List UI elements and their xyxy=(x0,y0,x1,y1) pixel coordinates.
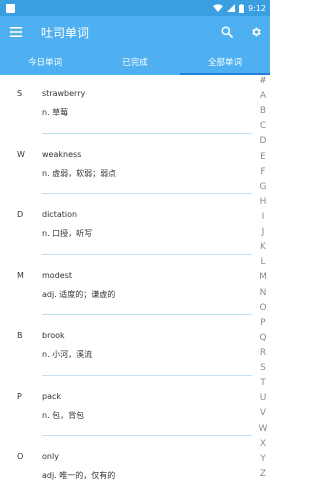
divider xyxy=(42,132,252,134)
tab-all-words[interactable]: 全部单词 xyxy=(180,48,270,75)
index-letter[interactable]: Z xyxy=(260,469,266,479)
divider xyxy=(42,314,252,315)
word-text: only xyxy=(42,452,59,461)
group-letter: S xyxy=(17,89,23,98)
word-meaning: n. 包，背包 xyxy=(42,410,85,420)
word-meaning: n. 口授，听写 xyxy=(42,229,93,238)
index-letter[interactable]: K xyxy=(260,243,266,252)
word-list-area: S strawberry n. 草莓 W weakness n. 虚弱，软弱；弱… xyxy=(0,75,270,481)
index-letter[interactable]: V xyxy=(260,409,266,418)
index-letter[interactable]: R xyxy=(260,348,266,358)
signal-icon xyxy=(227,4,236,12)
word-meaning: adj. 适度的；谦虚的 xyxy=(42,289,116,299)
word-text: weakness xyxy=(42,149,82,159)
search-icon[interactable] xyxy=(221,26,233,38)
divider xyxy=(42,374,252,376)
index-letter[interactable]: F xyxy=(260,167,265,177)
word-text: strawberry xyxy=(42,89,86,98)
index-letter[interactable]: # xyxy=(259,77,267,86)
group-letter: D xyxy=(17,210,24,219)
list-item[interactable]: P pack n. 包，背包 xyxy=(0,378,252,439)
divider xyxy=(42,253,252,255)
index-letter[interactable]: Q xyxy=(259,333,266,343)
gear-icon[interactable] xyxy=(250,26,262,38)
index-letter[interactable]: A xyxy=(260,92,266,101)
index-letter[interactable]: H xyxy=(260,197,267,207)
divider xyxy=(42,193,252,194)
index-letter[interactable]: I xyxy=(262,212,265,222)
group-letter: B xyxy=(17,331,23,340)
battery-icon xyxy=(239,3,245,13)
word-meaning: n. 小河，溪流 xyxy=(42,350,93,359)
tab-today-words[interactable]: 今日单词 xyxy=(0,48,90,75)
word-text: dictation xyxy=(42,210,78,219)
index-letter[interactable]: U xyxy=(260,394,267,403)
tab-completed[interactable]: 已完成 xyxy=(90,48,180,75)
group-letter: M xyxy=(17,270,24,280)
index-letter[interactable]: J xyxy=(262,228,265,237)
status-time: 9:12 xyxy=(248,3,266,13)
tab-bar: 今日单词 已完成 全部单词 xyxy=(0,48,270,75)
word-text: brook xyxy=(42,331,65,340)
list-item[interactable]: D dictation n. 口授，听写 xyxy=(0,196,252,257)
divider xyxy=(42,435,252,436)
index-letter[interactable]: S xyxy=(260,364,266,373)
menu-icon[interactable] xyxy=(9,25,23,39)
list-item[interactable]: O only adj. 唯一的，仅有的 xyxy=(0,438,252,481)
index-letter[interactable]: E xyxy=(260,152,266,162)
notification-icon xyxy=(6,3,15,13)
list-item[interactable]: B brook n. 小河，溪流 xyxy=(0,317,252,378)
word-meaning: n. 草莓 xyxy=(42,108,69,117)
index-letter[interactable]: W xyxy=(259,424,268,434)
list-item[interactable]: W weakness n. 虚弱，软弱；弱点 xyxy=(0,136,252,197)
index-letter[interactable]: C xyxy=(260,122,266,131)
index-letter[interactable]: G xyxy=(260,182,267,192)
index-letter[interactable]: N xyxy=(260,288,267,298)
word-text: pack xyxy=(42,391,62,401)
index-letter[interactable]: O xyxy=(259,303,266,313)
index-letter[interactable]: X xyxy=(260,439,266,449)
app-title: 吐司单词 xyxy=(41,25,90,40)
index-letter[interactable]: P xyxy=(260,318,265,328)
alphabet-index-bar[interactable]: # A B C D E F G H I J K L M N O P Q R S … xyxy=(256,75,270,481)
word-meaning: n. 虚弱，软弱；弱点 xyxy=(42,168,117,178)
app-bar: 吐司单词 xyxy=(0,16,270,48)
word-list: S strawberry n. 草莓 W weakness n. 虚弱，软弱；弱… xyxy=(0,75,252,481)
status-bar: 9:12 xyxy=(0,0,270,16)
group-letter: P xyxy=(17,391,22,401)
wifi-icon xyxy=(213,4,224,12)
index-letter[interactable]: M xyxy=(259,273,267,282)
group-letter: O xyxy=(17,452,24,461)
word-meaning: adj. 唯一的，仅有的 xyxy=(42,471,116,480)
index-letter[interactable]: B xyxy=(260,107,266,116)
word-text: modest xyxy=(42,270,72,280)
index-letter[interactable]: Y xyxy=(260,454,266,464)
index-letter[interactable]: D xyxy=(260,137,267,146)
group-letter: W xyxy=(17,149,25,159)
list-item[interactable]: M modest adj. 适度的；谦虚的 xyxy=(0,257,252,318)
index-letter[interactable]: T xyxy=(260,379,266,388)
list-item[interactable]: S strawberry n. 草莓 xyxy=(0,75,252,136)
index-letter[interactable]: L xyxy=(260,258,265,267)
